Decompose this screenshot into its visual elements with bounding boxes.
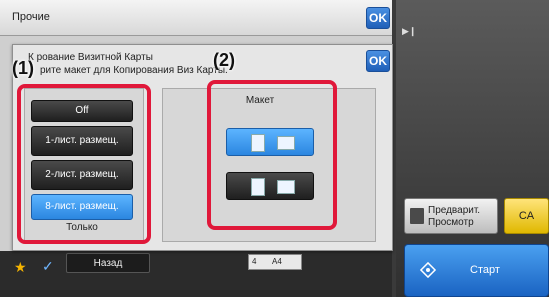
callout-number-1: (1) (12, 58, 34, 78)
start-icon (420, 262, 436, 278)
background-title: Прочие (12, 11, 50, 23)
dialog-instruction: рите макет для Копирования Виз Карты. (40, 65, 228, 76)
start-label: Старт (470, 264, 500, 276)
callout-number-2: (2) (213, 50, 235, 70)
callout-box-1 (17, 84, 151, 244)
tray-number: 4 (252, 257, 257, 266)
back-button[interactable]: Назад (66, 253, 150, 273)
ca-button[interactable]: CA (504, 198, 549, 234)
background-header (0, 0, 392, 36)
play-icon[interactable]: ▶❙ (402, 26, 416, 37)
dialog-ok-button[interactable]: OK (366, 50, 390, 72)
preview-label: Предварит. Просмотр (428, 205, 481, 228)
background-ok-button[interactable]: OK (366, 7, 390, 29)
preview-icon (410, 208, 424, 224)
tray-size: A4 (272, 257, 282, 266)
dialog-title: К рование Визитной Карты (28, 52, 153, 63)
callout-box-2 (207, 80, 337, 230)
star-icon[interactable]: ★ (14, 259, 27, 276)
check-icon[interactable]: ✓ (42, 258, 54, 275)
bottom-bar (0, 251, 392, 297)
